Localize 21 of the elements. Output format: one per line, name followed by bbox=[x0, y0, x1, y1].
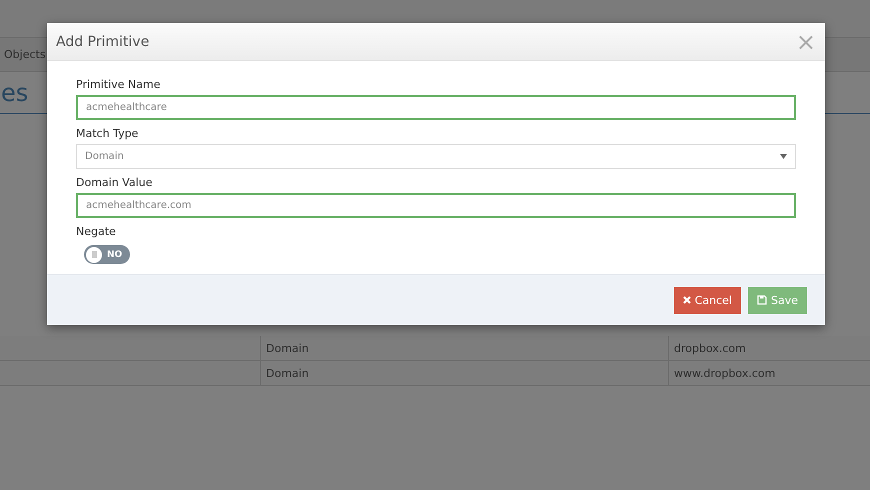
table-cell: www.dropbox.com bbox=[668, 361, 870, 385]
toggle-switch[interactable]: NO bbox=[84, 245, 130, 264]
caret-icon bbox=[780, 154, 787, 159]
cancel-button[interactable]: Cancel bbox=[674, 286, 741, 314]
input-field[interactable]: acmehealthcare.com bbox=[76, 193, 796, 218]
field-label: Match Type bbox=[76, 127, 140, 140]
field-label: Domain Value bbox=[76, 176, 154, 189]
save-button[interactable]: Save bbox=[748, 286, 807, 314]
field-label: Primitive Name bbox=[76, 78, 162, 91]
select-field[interactable]: Domain bbox=[76, 144, 796, 169]
table-cell: Domain bbox=[260, 361, 668, 385]
page-heading: es bbox=[1, 78, 28, 106]
field-label: Negate bbox=[76, 225, 117, 238]
dialog-title: Add Primitive bbox=[56, 34, 150, 50]
input-field[interactable]: acmehealthcare bbox=[76, 95, 796, 120]
close-icon bbox=[682, 296, 691, 304]
close-button[interactable]: × bbox=[796, 32, 816, 52]
grip-icon bbox=[92, 251, 96, 258]
breadcrumb[interactable]: Objects bbox=[4, 48, 46, 61]
table-cell: dropbox.com bbox=[668, 336, 870, 360]
table-cell: Domain bbox=[260, 336, 668, 360]
